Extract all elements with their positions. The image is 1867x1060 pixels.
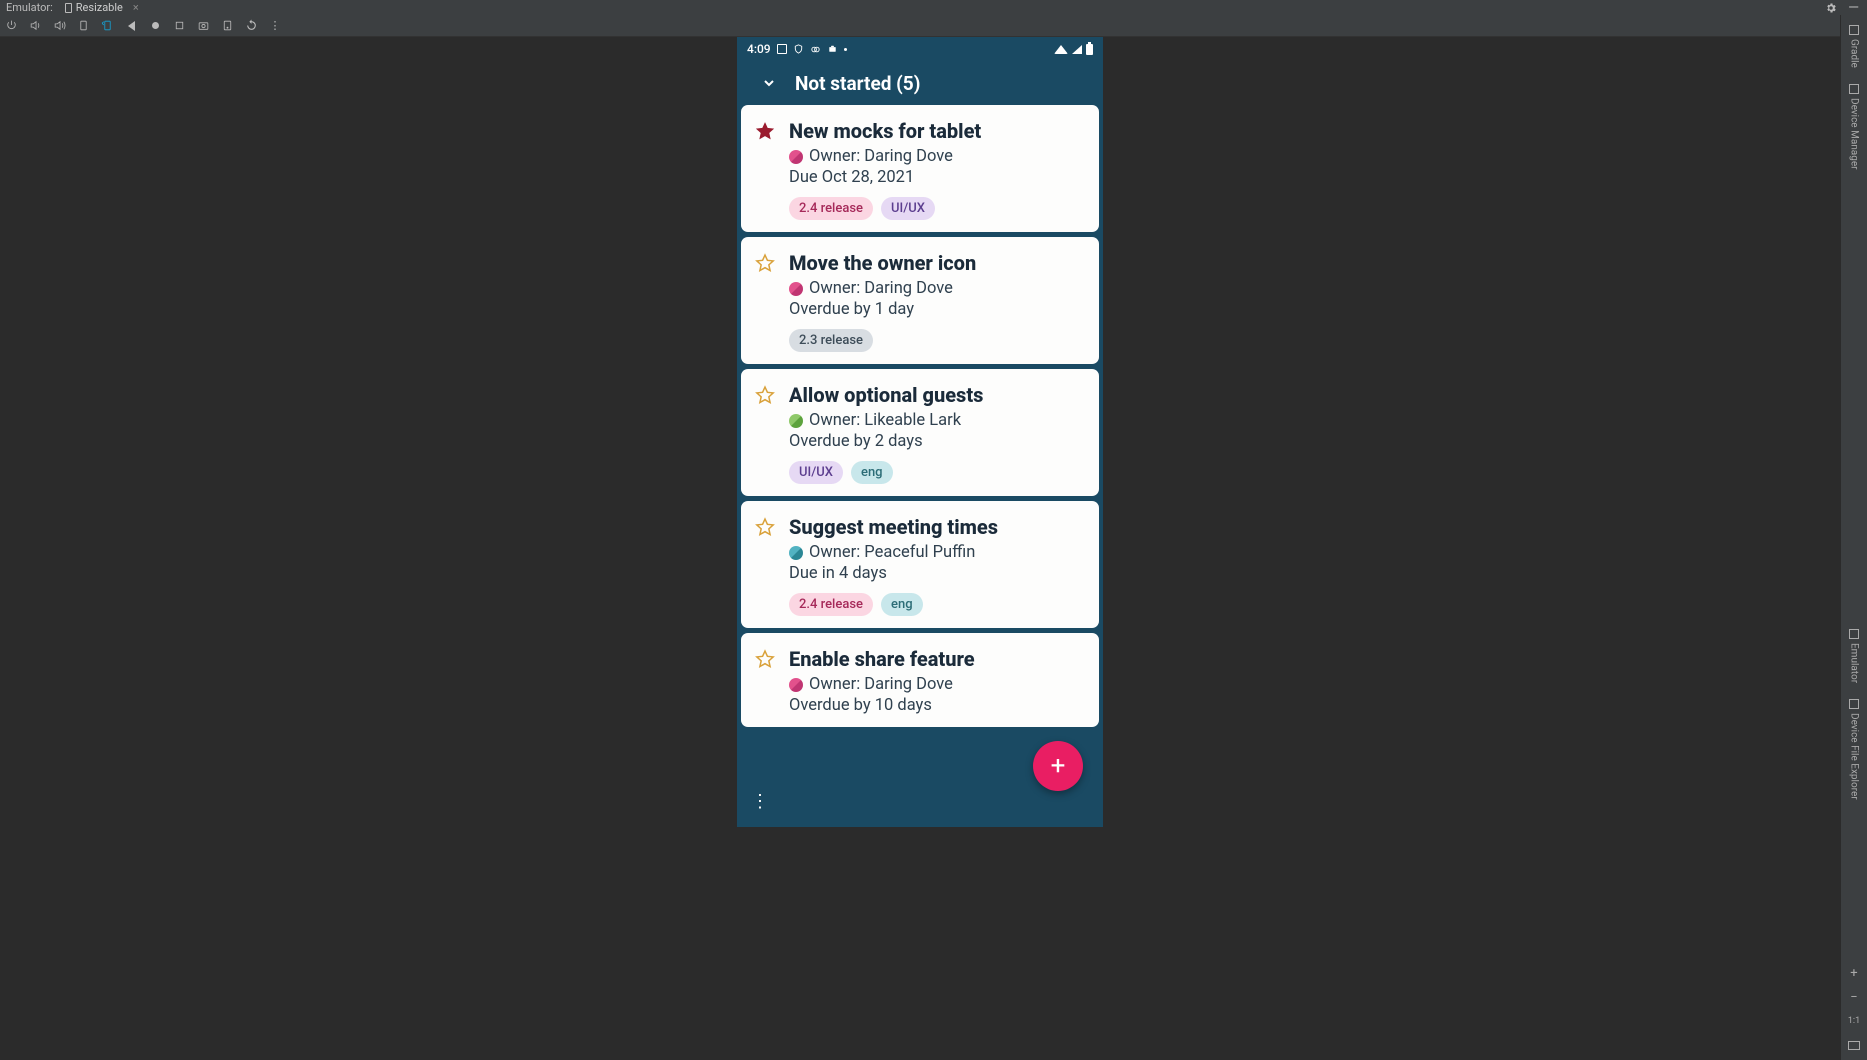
task-title: Allow optional guests [789, 383, 1083, 407]
due-label: Due in 4 days [789, 564, 1083, 583]
tag-chip[interactable]: UI/UX [881, 197, 935, 220]
tag-chip[interactable]: 2.3 release [789, 329, 873, 352]
reload-icon[interactable] [244, 19, 258, 33]
zoom-actual-icon[interactable]: 1:1 [1845, 1012, 1863, 1030]
overflow-menu-icon[interactable]: ⋮ [751, 791, 769, 812]
due-label: Overdue by 2 days [789, 432, 1083, 451]
task-card[interactable]: Allow optional guests Owner: Likeable Lar… [741, 369, 1099, 496]
owner-label: Owner: Likeable Lark [809, 411, 961, 430]
task-card[interactable]: Suggest meeting times Owner: Peaceful Puf… [741, 501, 1099, 628]
tag-chip[interactable]: eng [851, 461, 893, 484]
overview-icon[interactable] [172, 19, 186, 33]
section-title: Not started (5) [795, 72, 920, 95]
task-card[interactable]: Move the owner icon Owner: Daring Dove Ove… [741, 237, 1099, 364]
task-title: Suggest meeting times [789, 515, 1083, 539]
rail-gradle[interactable]: Gradle [1849, 19, 1860, 74]
settings-icon[interactable] [1825, 2, 1837, 17]
star-toggle[interactable] [755, 383, 777, 484]
briefcase-icon [827, 43, 838, 55]
owner-label: Owner: Daring Dove [809, 279, 953, 298]
emulator-label: Emulator: [6, 1, 53, 14]
task-card[interactable]: New mocks for tablet Owner: Daring Dove Du… [741, 105, 1099, 232]
owner-row: Owner: Peaceful Puffin [789, 543, 1083, 562]
emulator-toolbar: ⋮ [0, 15, 1867, 37]
owner-label: Owner: Daring Dove [809, 147, 953, 166]
owner-label: Owner: Daring Dove [809, 675, 953, 694]
star-toggle[interactable] [755, 647, 777, 715]
home-icon[interactable] [148, 19, 162, 33]
tab-name: Resizable [76, 1, 123, 14]
rail-file-explorer[interactable]: Device File Explorer [1849, 693, 1860, 806]
emulator-icon [1849, 629, 1859, 639]
tag-row: 2.4 release eng [789, 593, 1083, 616]
android-status-bar: 4:09 [737, 37, 1103, 61]
status-app-icon [777, 44, 787, 54]
more-icon[interactable]: ⋮ [268, 19, 282, 33]
screen-record-icon[interactable] [220, 19, 234, 33]
owner-avatar [789, 546, 803, 560]
zoom-in-icon[interactable]: + [1845, 964, 1863, 982]
task-title: New mocks for tablet [789, 119, 1083, 143]
minimize-icon[interactable]: — [1848, 0, 1859, 16]
emulator-device-frame: 4:09 Not started (5) New mocks for table… [737, 37, 1103, 827]
owner-avatar [789, 282, 803, 296]
back-icon[interactable] [124, 19, 138, 33]
power-icon[interactable] [4, 19, 18, 33]
task-card[interactable]: Enable share feature Owner: Daring Dove Ov… [741, 633, 1099, 727]
due-label: Overdue by 1 day [789, 300, 1083, 319]
tag-row: 2.3 release [789, 329, 1083, 352]
star-toggle[interactable] [755, 119, 777, 220]
owner-avatar [789, 414, 803, 428]
phone-icon [65, 3, 72, 13]
tag-chip[interactable]: 2.4 release [789, 197, 873, 220]
owner-row: Owner: Daring Dove [789, 675, 1083, 694]
rail-device-manager[interactable]: Device Manager [1849, 78, 1860, 176]
task-title: Move the owner icon [789, 251, 1083, 275]
right-tool-rail: Gradle Device Manager Emulator Device Fi… [1840, 15, 1867, 1060]
tag-chip[interactable]: eng [881, 593, 923, 616]
due-label: Overdue by 10 days [789, 696, 1083, 715]
clock: 4:09 [747, 42, 771, 56]
section-header[interactable]: Not started (5) [737, 61, 1103, 105]
chevron-down-icon [761, 75, 777, 91]
sync-icon [810, 44, 821, 55]
tag-chip[interactable]: 2.4 release [789, 593, 873, 616]
device-manager-icon [1849, 84, 1859, 94]
zoom-out-icon[interactable]: − [1845, 988, 1863, 1006]
rail-emulator[interactable]: Emulator [1849, 623, 1860, 689]
rotate-right-icon[interactable] [100, 19, 114, 33]
volume-up-icon[interactable] [28, 19, 42, 33]
emulator-workspace: 4:09 Not started (5) New mocks for table… [0, 37, 1840, 1060]
ide-tab-bar: Emulator: Resizable × — [0, 0, 1867, 15]
task-title: Enable share feature [789, 647, 1083, 671]
owner-row: Owner: Daring Dove [789, 147, 1083, 166]
battery-icon [1086, 44, 1093, 55]
star-toggle[interactable] [755, 515, 777, 616]
rotate-left-icon[interactable] [76, 19, 90, 33]
device-tab[interactable]: Resizable × [65, 1, 139, 14]
star-toggle[interactable] [755, 251, 777, 352]
owner-avatar [789, 150, 803, 164]
task-list[interactable]: New mocks for tablet Owner: Daring Dove Du… [737, 105, 1103, 775]
zoom-fit-icon[interactable] [1845, 1036, 1863, 1054]
notification-dot-icon [844, 48, 847, 51]
due-label: Due Oct 28, 2021 [789, 168, 1083, 187]
owner-row: Owner: Likeable Lark [789, 411, 1083, 430]
volume-down-icon[interactable] [52, 19, 66, 33]
tag-row: 2.4 release UI/UX [789, 197, 1083, 220]
owner-label: Owner: Peaceful Puffin [809, 543, 975, 562]
tag-chip[interactable]: UI/UX [789, 461, 843, 484]
owner-avatar [789, 678, 803, 692]
screenshot-icon[interactable] [196, 19, 210, 33]
owner-row: Owner: Daring Dove [789, 279, 1083, 298]
wifi-icon [1054, 45, 1068, 54]
gradle-icon [1849, 25, 1859, 35]
signal-icon [1072, 45, 1082, 54]
zoom-controls: + − 1:1 [1841, 964, 1867, 1054]
tag-row: UI/UX eng [789, 461, 1083, 484]
fab-add-button[interactable]: + [1033, 741, 1083, 791]
file-explorer-icon [1849, 699, 1859, 709]
shield-icon [793, 43, 804, 55]
close-tab-icon[interactable]: × [133, 1, 139, 14]
